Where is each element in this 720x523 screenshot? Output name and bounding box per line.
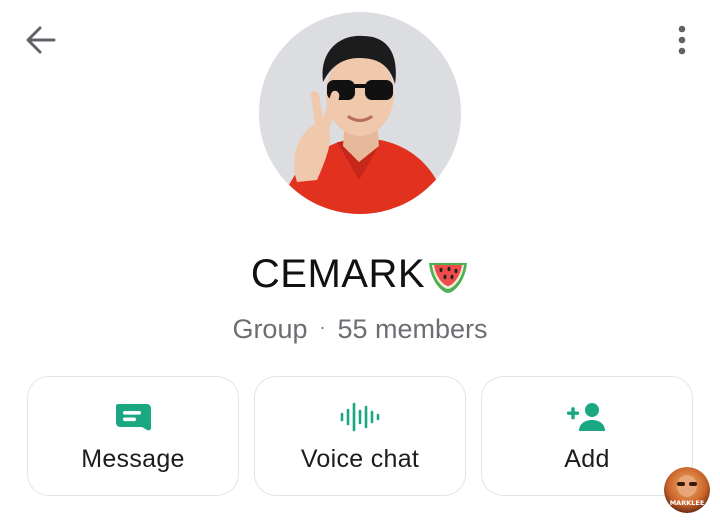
watermark-logo: MARKLEE xyxy=(664,467,710,513)
meta-separator: · xyxy=(319,317,326,337)
message-button[interactable]: Message xyxy=(27,376,239,496)
message-icon xyxy=(113,401,153,433)
svg-text:MARKLEE: MARKLEE xyxy=(670,499,705,507)
message-label: Message xyxy=(81,445,185,473)
group-meta: Group · 55 members xyxy=(0,314,720,345)
back-button[interactable] xyxy=(18,22,62,58)
more-vertical-icon xyxy=(678,25,686,55)
voice-chat-label: Voice chat xyxy=(300,445,420,473)
add-label: Add xyxy=(564,445,610,473)
members-count[interactable]: 55 members xyxy=(337,314,487,345)
add-member-button[interactable]: Add xyxy=(481,376,693,496)
group-type-label: Group xyxy=(232,314,308,344)
more-options-button[interactable] xyxy=(662,20,702,60)
group-name: CEMARK xyxy=(250,252,426,296)
add-person-icon xyxy=(566,401,608,433)
arrow-left-icon xyxy=(26,26,56,54)
voice-wave-icon xyxy=(339,401,381,433)
voice-chat-button[interactable]: Voice chat xyxy=(254,376,466,496)
group-name-row: CEMARK xyxy=(0,252,720,297)
watermelon-emoji-icon xyxy=(427,255,469,295)
group-avatar[interactable] xyxy=(259,12,461,214)
avatar-photo xyxy=(259,12,461,214)
